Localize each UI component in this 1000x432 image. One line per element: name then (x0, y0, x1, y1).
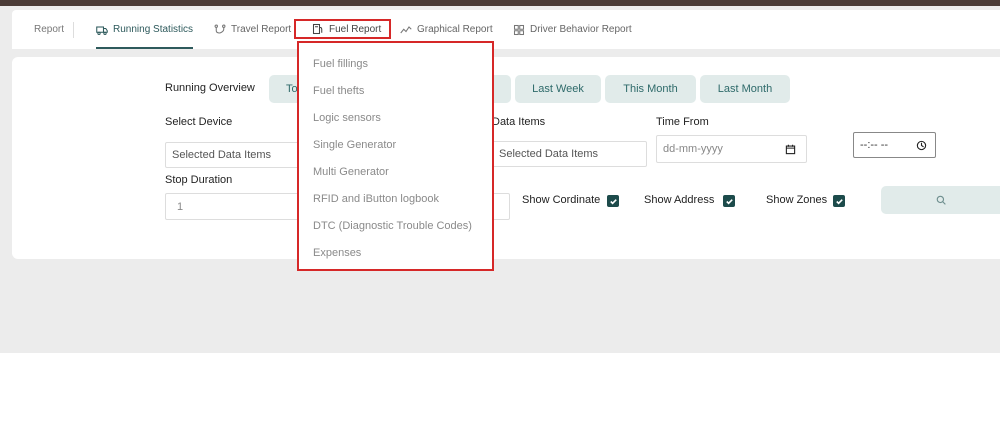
menu-item-rfid-logbook[interactable]: RFID and iButton logbook (313, 193, 439, 205)
route-icon (214, 24, 226, 34)
running-overview-label: Running Overview (165, 82, 255, 94)
chart-line-icon (400, 25, 412, 33)
tab-graphical-report-label: Graphical Report (417, 24, 493, 35)
data-items-label: Data Items (492, 116, 546, 128)
tab-driver-behavior-report-label: Driver Behavior Report (530, 24, 632, 35)
menu-item-dtc[interactable]: DTC (Diagnostic Trouble Codes) (313, 220, 472, 232)
tab-running-statistics[interactable]: Running Statistics (96, 10, 194, 49)
menu-item-fuel-fillings[interactable]: Fuel fillings (313, 58, 368, 70)
time-from-value: --:-- -- (860, 139, 889, 151)
menu-item-single-generator[interactable]: Single Generator (313, 139, 396, 151)
date-from-input[interactable]: dd-mm-yyyy (656, 135, 807, 163)
stop-duration-input[interactable]: 1 (165, 193, 305, 220)
search-icon (936, 195, 946, 205)
time-from-label: Time From (656, 116, 709, 128)
date-from-placeholder: dd-mm-yyyy (663, 143, 723, 155)
menu-item-expenses[interactable]: Expenses (313, 247, 361, 259)
last-week-button[interactable]: Last Week (515, 75, 601, 103)
show-zones-label: Show Zones (766, 194, 828, 206)
truck-icon (96, 25, 108, 35)
grid-icon (513, 24, 525, 35)
tab-travel-report-label: Travel Report (231, 24, 292, 35)
show-address-checkbox[interactable] (723, 195, 735, 207)
tab-report[interactable]: Report (34, 10, 64, 49)
tab-fuel-report[interactable]: Fuel Report (294, 19, 392, 39)
menu-item-logic-sensors[interactable]: Logic sensors (313, 112, 381, 124)
fuel-pump-icon (312, 23, 323, 35)
calendar-icon[interactable] (785, 144, 796, 155)
hidden-select-edge[interactable] (492, 193, 510, 220)
menu-item-multi-generator[interactable]: Multi Generator (313, 166, 389, 178)
tab-fuel-report-label: Fuel Report (329, 23, 382, 35)
show-cordinate-checkbox[interactable] (607, 195, 619, 207)
show-address-label: Show Address (644, 194, 715, 206)
report-tab-bar: Report Running Statistics Travel Report … (12, 10, 1000, 49)
last-month-button[interactable]: Last Month (700, 75, 790, 103)
tab-divider (73, 22, 74, 38)
tab-running-statistics-label: Running Statistics (113, 24, 194, 35)
tab-driver-behavior-report[interactable]: Driver Behavior Report (513, 10, 632, 49)
device-select[interactable]: Selected Data Items (165, 142, 305, 168)
stop-duration-label: Stop Duration (165, 174, 233, 186)
search-button[interactable] (881, 186, 1000, 214)
clock-icon[interactable] (916, 140, 927, 151)
menu-item-fuel-thefts[interactable]: Fuel thefts (313, 85, 364, 97)
fuel-report-dropdown: Fuel fillings Fuel thefts Logic sensors … (297, 41, 494, 271)
check-icon (835, 198, 843, 204)
this-month-button[interactable]: This Month (605, 75, 696, 103)
show-cordinate-label: Show Cordinate (522, 194, 601, 206)
select-device-label: Select Device (165, 116, 233, 128)
tab-travel-report[interactable]: Travel Report (214, 10, 291, 49)
time-from-input[interactable]: --:-- -- (853, 132, 936, 158)
show-zones-checkbox[interactable] (833, 195, 845, 207)
check-icon (609, 198, 617, 204)
data-items-select[interactable]: Selected Data Items (492, 141, 647, 167)
check-icon (725, 198, 733, 204)
